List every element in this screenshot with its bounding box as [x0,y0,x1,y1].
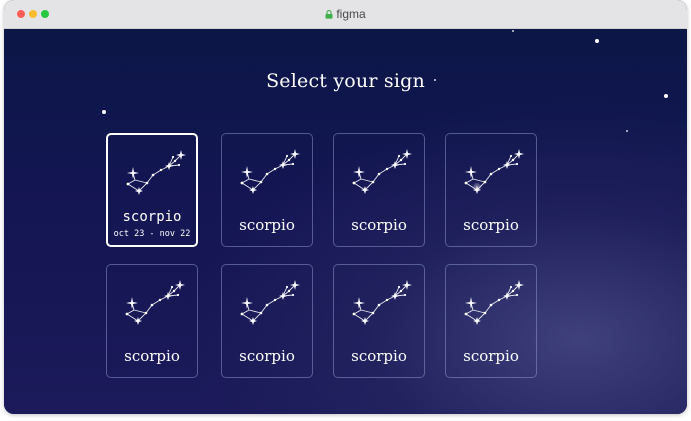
sign-card-6[interactable]: scorpio [221,264,313,378]
window-title-text: figma [336,7,366,21]
sign-name: scorpio [239,347,295,365]
scorpio-constellation-icon [352,149,412,194]
title-bar: figma [4,0,687,29]
sign-name: scorpio [351,347,407,365]
scorpio-constellation-icon [126,150,186,195]
sign-card-7[interactable]: scorpio [333,264,425,378]
sign-name: scorpio [122,209,182,225]
sign-name: scorpio [463,347,519,365]
scorpio-constellation-icon [464,149,524,194]
background-star [664,94,668,98]
background-star [595,39,599,43]
scorpio-constellation-icon [125,280,185,325]
scorpio-constellation-icon [352,280,412,325]
window-title: figma [4,7,687,21]
lock-icon [325,10,333,19]
scorpio-constellation-icon [464,280,524,325]
sign-dates: oct 23 - nov 22 [113,229,191,239]
sign-card-5[interactable]: scorpio [106,264,198,378]
sign-name: scorpio [463,216,519,234]
background-star [512,30,514,32]
page-title: Select your sign [266,70,425,92]
sign-card-4[interactable]: scorpio [445,133,537,247]
sign-card-1[interactable]: scorpio oct 23 - nov 22 [106,133,198,247]
background-star [102,110,106,114]
sign-name: scorpio [239,216,295,234]
scorpio-constellation-icon [240,280,300,325]
sign-card-2[interactable]: scorpio [221,133,313,247]
sign-card-3[interactable]: scorpio [333,133,425,247]
sign-name: scorpio [124,347,180,365]
browser-window: figma Select your sign scorpio oct 23 - n… [4,0,687,414]
star-glow [472,182,482,192]
scorpio-constellation-icon [240,149,300,194]
sign-card-8[interactable]: scorpio [445,264,537,378]
background-star [626,130,628,132]
sign-selection-screen: Select your sign scorpio oct 23 - nov 22 s… [4,29,687,414]
sign-name: scorpio [351,216,407,234]
